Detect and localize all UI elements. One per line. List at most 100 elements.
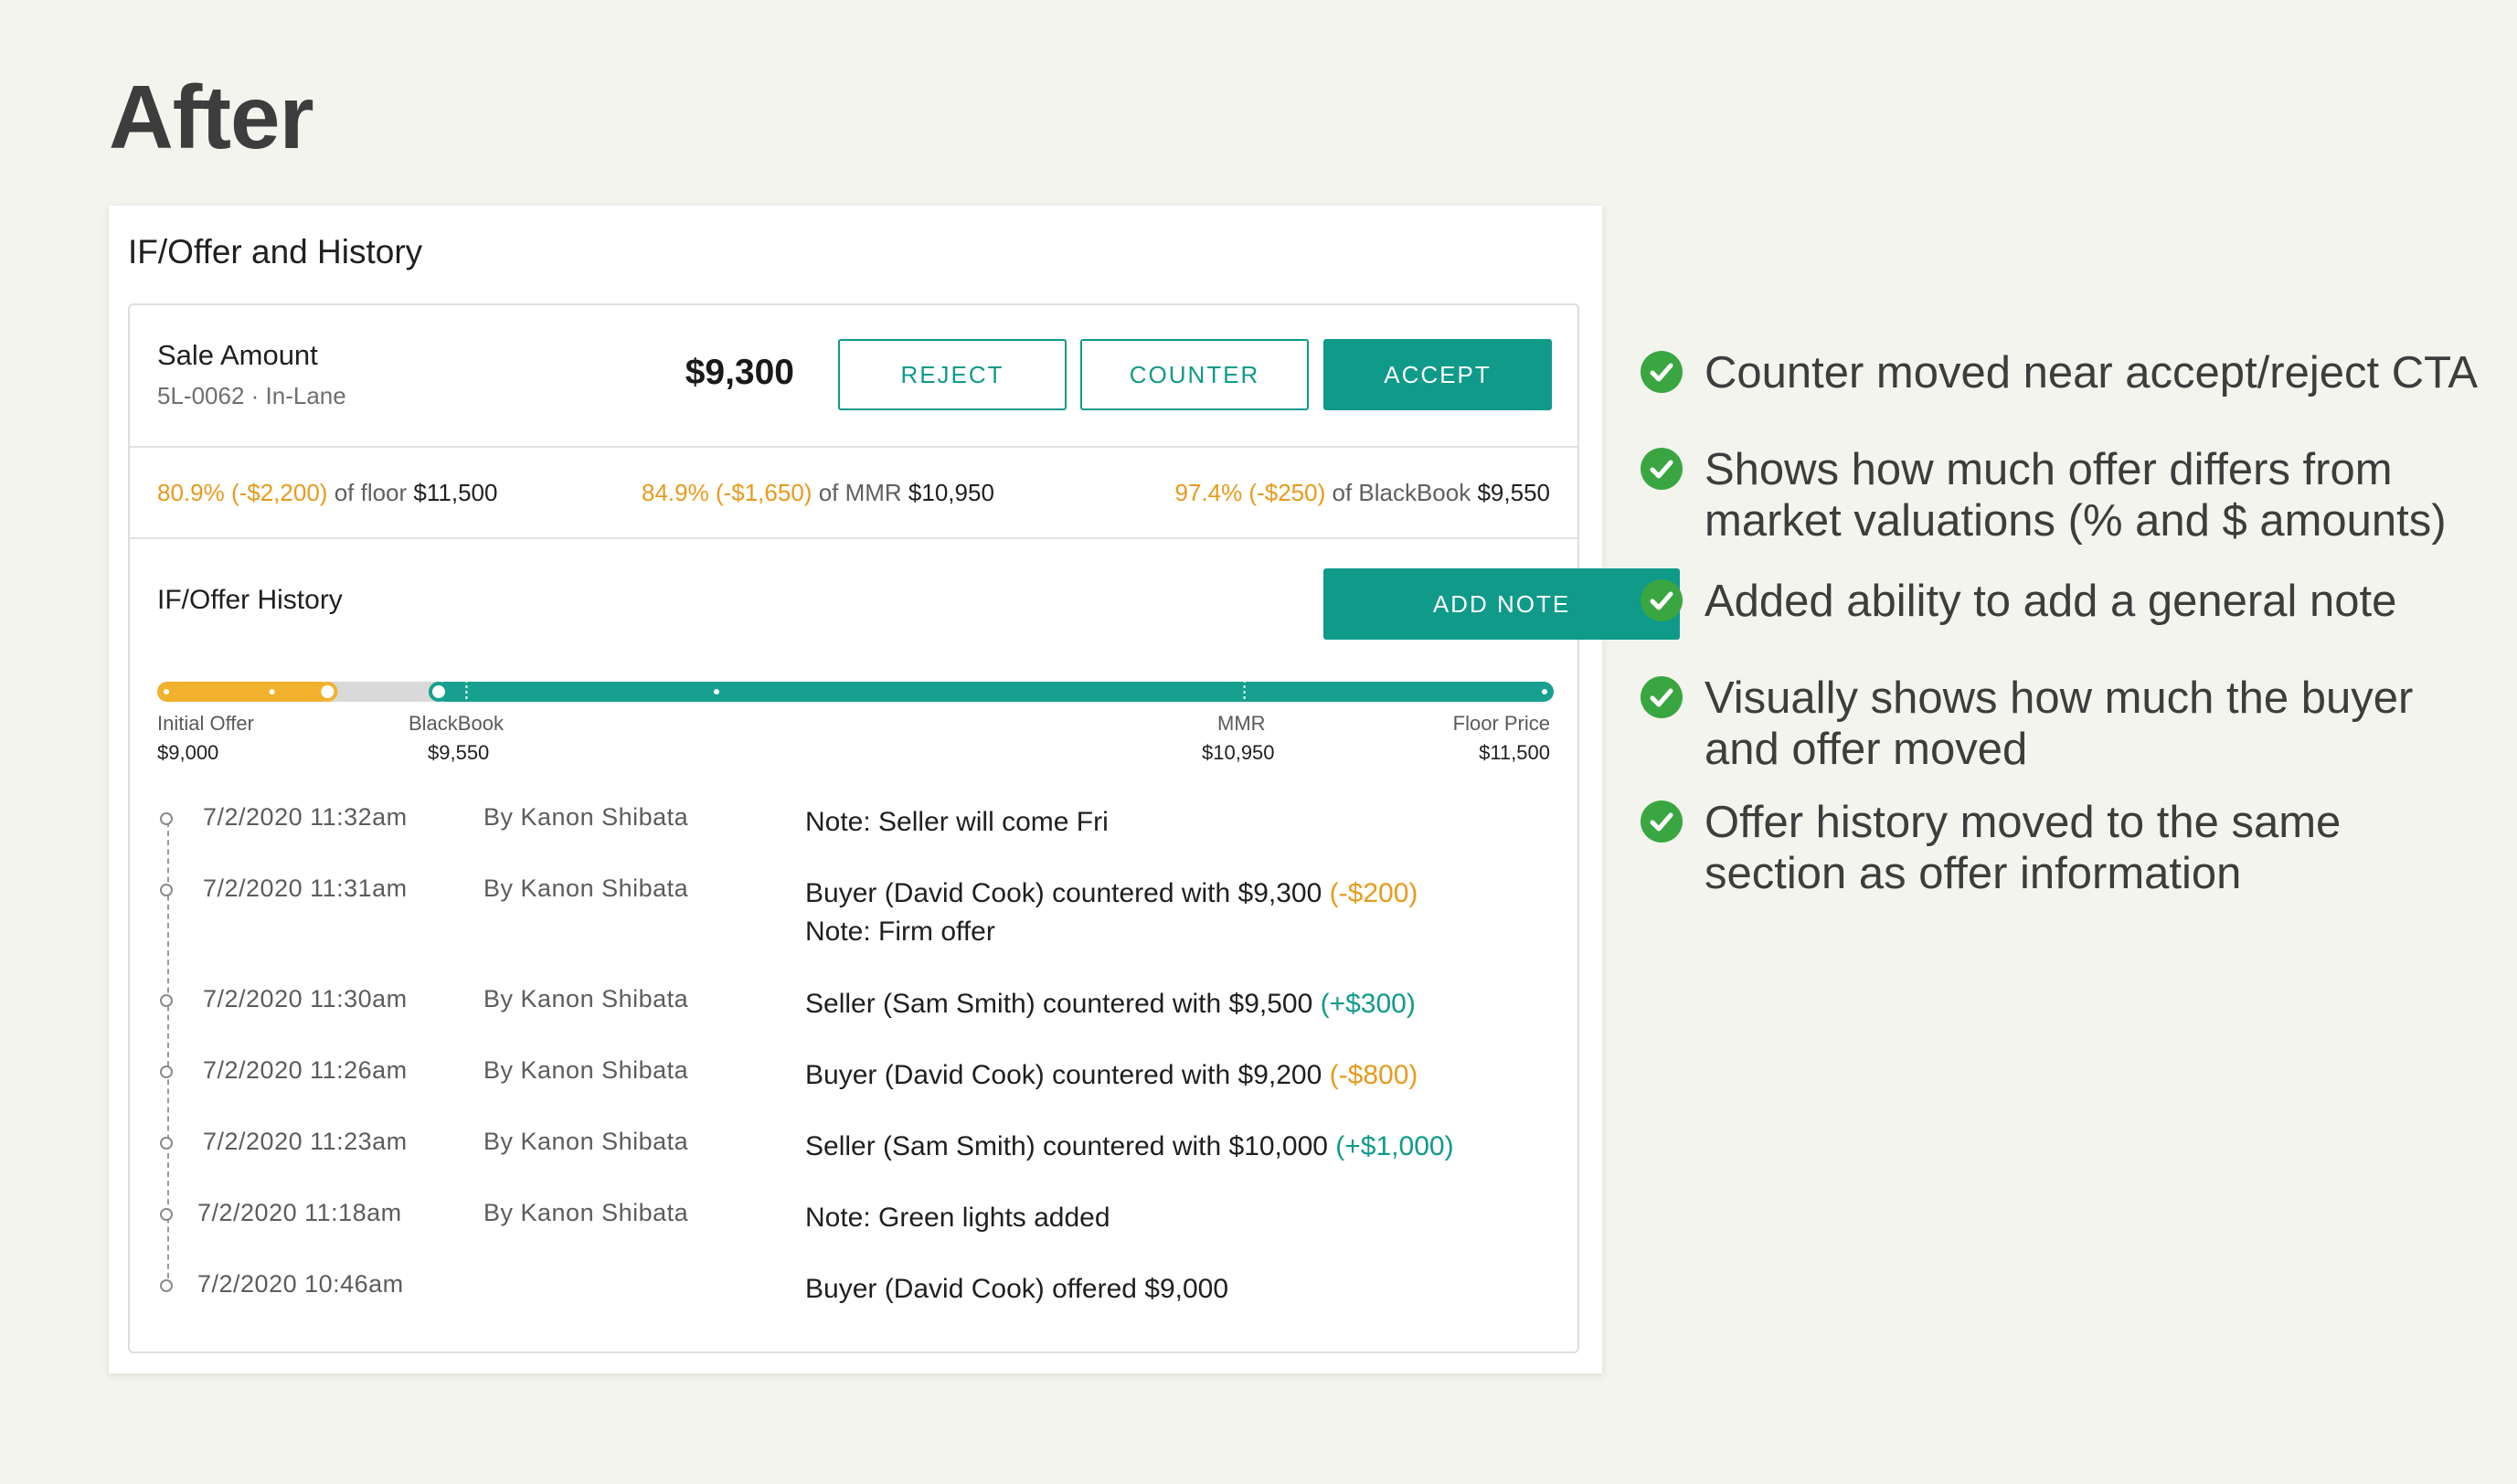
- tick-initial-offer-label: Initial Offer: [157, 712, 254, 735]
- page-heading: After: [109, 67, 314, 167]
- entry-author: By Kanon Shibata: [483, 1056, 689, 1084]
- seller-step-dot: [1542, 689, 1547, 694]
- seller-step-dot: [714, 689, 719, 694]
- reject-button[interactable]: REJECT: [838, 339, 1067, 410]
- timeline-dot-icon: [160, 1208, 173, 1221]
- entry-action: Note: Seller will come Fri: [805, 807, 1109, 837]
- tick-mmr-value: $10,950: [1202, 741, 1275, 764]
- check-circle-icon: [1641, 579, 1683, 621]
- improvement-text: Visually shows how much the buyer and of…: [1705, 673, 2414, 774]
- tick-blackbook-label: BlackBook: [409, 712, 504, 735]
- floor-valuation-pct: 80.9% (-$2,200): [157, 479, 328, 506]
- improvement-text: Offer history moved to the same section …: [1705, 798, 2342, 898]
- tick-initial-offer-value: $9,000: [157, 741, 219, 764]
- blackbook-valuation-of: of BlackBook: [1332, 479, 1471, 506]
- sale-amount-value: $9,300: [685, 353, 794, 392]
- entry-note: Note: Firm offer: [805, 917, 995, 947]
- entry-author: By Kanon Shibata: [483, 874, 689, 902]
- seller-current-handle: [429, 682, 449, 702]
- check-circle-icon: [1641, 676, 1683, 718]
- timeline-entry: 7/2/2020 11:30am By Kanon Shibata Seller…: [130, 985, 1577, 1022]
- timeline-entry: 7/2/2020 10:46am Buyer (David Cook) offe…: [130, 1270, 1577, 1307]
- entry-text: Buyer (David Cook) countered with $9,200…: [805, 1056, 1418, 1095]
- timeline-dot-icon: [160, 812, 173, 825]
- offer-range-bar: [157, 680, 1554, 704]
- entry-date: 7/2/2020 11:23am: [203, 1128, 408, 1155]
- buyer-step-dot: [269, 689, 275, 694]
- timeline-entry: 7/2/2020 11:18am By Kanon Shibata Note: …: [130, 1199, 1577, 1235]
- timeline-dot-icon: [160, 1065, 173, 1078]
- check-circle-icon: [1641, 800, 1683, 843]
- entry-text: Buyer (David Cook) offered $9,000: [805, 1270, 1228, 1309]
- improvement-text: Counter moved near accept/reject CTA: [1705, 348, 2479, 398]
- entry-date: 7/2/2020 11:30am: [203, 985, 408, 1012]
- entry-date: 7/2/2020 11:18am: [197, 1199, 402, 1226]
- timeline-entry: 7/2/2020 11:31am By Kanon Shibata Buyer …: [130, 874, 1577, 947]
- floor-valuation-of: of floor: [334, 479, 408, 506]
- entry-delta: (-$800): [1329, 1060, 1418, 1090]
- timeline-dot-icon: [160, 884, 173, 896]
- buyer-range: [157, 682, 332, 702]
- buyer-step-dot: [164, 689, 169, 694]
- blackbook-valuation-amount: $9,550: [1477, 479, 1550, 506]
- buyer-current-handle: [317, 682, 338, 702]
- entry-date: 7/2/2020 11:26am: [203, 1056, 408, 1084]
- timeline-dot-icon: [160, 1137, 173, 1150]
- entry-author: By Kanon Shibata: [483, 1199, 689, 1226]
- entry-author: By Kanon Shibata: [483, 985, 689, 1012]
- entry-author: By Kanon Shibata: [483, 803, 689, 831]
- tick-floor-price-label: Floor Price: [1452, 712, 1550, 735]
- sale-amount-row: Sale Amount 5L-0062 · In-Lane $9,300 REJ…: [130, 305, 1577, 448]
- vehicle-lane-info: 5L-0062 · In-Lane: [157, 382, 346, 409]
- blackbook-valuation: 97.4% (-$250) of BlackBook $9,550: [1174, 479, 1550, 507]
- sale-amount-label: Sale Amount: [157, 339, 318, 371]
- entry-action: Seller (Sam Smith) countered with $9,500: [805, 989, 1313, 1019]
- entry-action: Buyer (David Cook) offered $9,000: [805, 1274, 1229, 1304]
- improvement-text: Added ability to add a general note: [1705, 577, 2397, 626]
- entry-date: 7/2/2020 11:31am: [203, 874, 408, 902]
- seller-range: [435, 682, 1554, 702]
- entry-action: Note: Green lights added: [805, 1203, 1110, 1233]
- mmr-valuation-pct: 84.9% (-$1,650): [642, 479, 812, 506]
- counter-button[interactable]: COUNTER: [1080, 339, 1309, 410]
- entry-text: Note: Green lights added: [805, 1199, 1110, 1237]
- entry-text: Seller (Sam Smith) countered with $10,00…: [805, 1128, 1454, 1166]
- history-label: IF/Offer History: [157, 585, 343, 615]
- timeline-entry: 7/2/2020 11:32am By Kanon Shibata Note: …: [130, 803, 1577, 840]
- entry-action: Buyer (David Cook) countered with $9,200: [805, 1060, 1322, 1090]
- check-circle-icon: [1641, 448, 1683, 490]
- entry-author: By Kanon Shibata: [483, 1128, 689, 1155]
- offer-range-svg: [157, 680, 1554, 704]
- entry-action: Buyer (David Cook) countered with $9,300: [805, 878, 1322, 908]
- timeline-entry: 7/2/2020 11:23am By Kanon Shibata Seller…: [130, 1128, 1577, 1164]
- timeline-dot-icon: [160, 994, 173, 1007]
- mmr-valuation-amount: $10,950: [908, 479, 994, 506]
- entry-text: Note: Seller will come Fri: [805, 803, 1109, 842]
- entry-date: 7/2/2020 11:32am: [203, 803, 408, 831]
- accept-button[interactable]: ACCEPT: [1323, 339, 1552, 410]
- mmr-valuation-of: of MMR: [818, 479, 902, 506]
- improvement-text: Shows how much offer differs from market…: [1705, 445, 2447, 546]
- floor-valuation: 80.9% (-$2,200) of floor $11,500: [157, 479, 497, 507]
- blackbook-valuation-pct: 97.4% (-$250): [1174, 479, 1326, 506]
- valuation-row: 80.9% (-$2,200) of floor $11,500 84.9% (…: [130, 446, 1577, 539]
- entry-text: Seller (Sam Smith) countered with $9,500…: [805, 985, 1416, 1023]
- offer-history-timeline: 7/2/2020 11:32am By Kanon Shibata Note: …: [130, 803, 1577, 1352]
- check-circle-icon: [1641, 351, 1683, 393]
- card-title: IF/Offer and History: [128, 233, 423, 270]
- entry-delta: (+$1,000): [1335, 1131, 1454, 1161]
- tick-floor-price-value: $11,500: [1479, 741, 1550, 764]
- floor-valuation-amount: $11,500: [413, 479, 498, 506]
- entry-delta: (+$300): [1320, 989, 1416, 1019]
- offer-panel: Sale Amount 5L-0062 · In-Lane $9,300 REJ…: [128, 303, 1680, 1353]
- offer-card: IF/Offer and History Sale Amount 5L-0062…: [109, 206, 1680, 1373]
- entry-date: 7/2/2020 10:46am: [197, 1270, 404, 1298]
- entry-action: Seller (Sam Smith) countered with $10,00…: [805, 1131, 1328, 1161]
- entry-text: Buyer (David Cook) countered with $9,300…: [805, 874, 1418, 951]
- mmr-valuation: 84.9% (-$1,650) of MMR $10,950: [642, 479, 994, 507]
- tick-blackbook-value: $9,550: [428, 741, 490, 764]
- add-note-button[interactable]: ADD NOTE: [1323, 568, 1680, 640]
- entry-delta: (-$200): [1329, 878, 1418, 908]
- tick-mmr-label: MMR: [1217, 712, 1266, 735]
- timeline-entry: 7/2/2020 11:26am By Kanon Shibata Buyer …: [130, 1056, 1577, 1093]
